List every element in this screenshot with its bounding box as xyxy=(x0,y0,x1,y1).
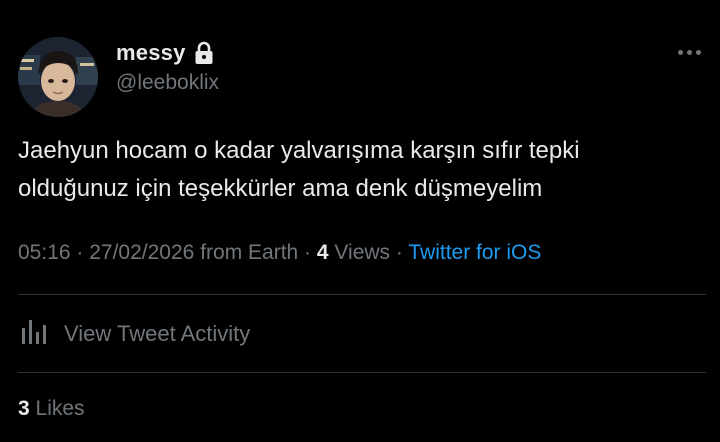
views-label: Views xyxy=(334,241,391,264)
tweet-date: 27/02/2026 xyxy=(89,241,195,264)
analytics-bars-icon xyxy=(18,316,50,353)
display-name[interactable]: messy xyxy=(116,40,186,66)
lock-icon xyxy=(194,41,214,65)
tweet-source-link[interactable]: Twitter for iOS xyxy=(408,241,541,264)
user-handle[interactable]: @leeboklix xyxy=(116,71,219,95)
tweet-text-line-2: olduğunuz için teşekkürler ama denk düşm… xyxy=(18,175,543,202)
likes-link[interactable]: 3 Likes xyxy=(18,397,85,421)
views-count: 4 xyxy=(316,241,329,264)
user-avatar-photo xyxy=(18,37,98,117)
tweet-meta: 05:16 · 27/02/2026 from Earth · 4 Views … xyxy=(18,241,542,264)
tweet-text-line-1: Jaehyun hocam o kadar yalvarışıma karşın… xyxy=(18,137,580,164)
tweet-location: from Earth xyxy=(200,241,299,264)
avatar[interactable] xyxy=(18,37,98,117)
more-options-icon xyxy=(677,49,683,55)
view-tweet-activity-button[interactable]: View Tweet Activity xyxy=(18,312,250,356)
view-tweet-activity-label: View Tweet Activity xyxy=(64,321,251,346)
tweet-text: Jaehyun hocam o kadar yalvarışıma karşın… xyxy=(18,132,708,208)
divider xyxy=(18,372,706,373)
divider xyxy=(18,294,706,295)
author-name-row: messy xyxy=(116,38,214,68)
likes-label: Likes xyxy=(35,397,85,420)
tweet-time: 05:16 xyxy=(18,241,71,264)
more-options-button[interactable] xyxy=(674,40,704,64)
likes-count: 3 xyxy=(18,397,30,420)
